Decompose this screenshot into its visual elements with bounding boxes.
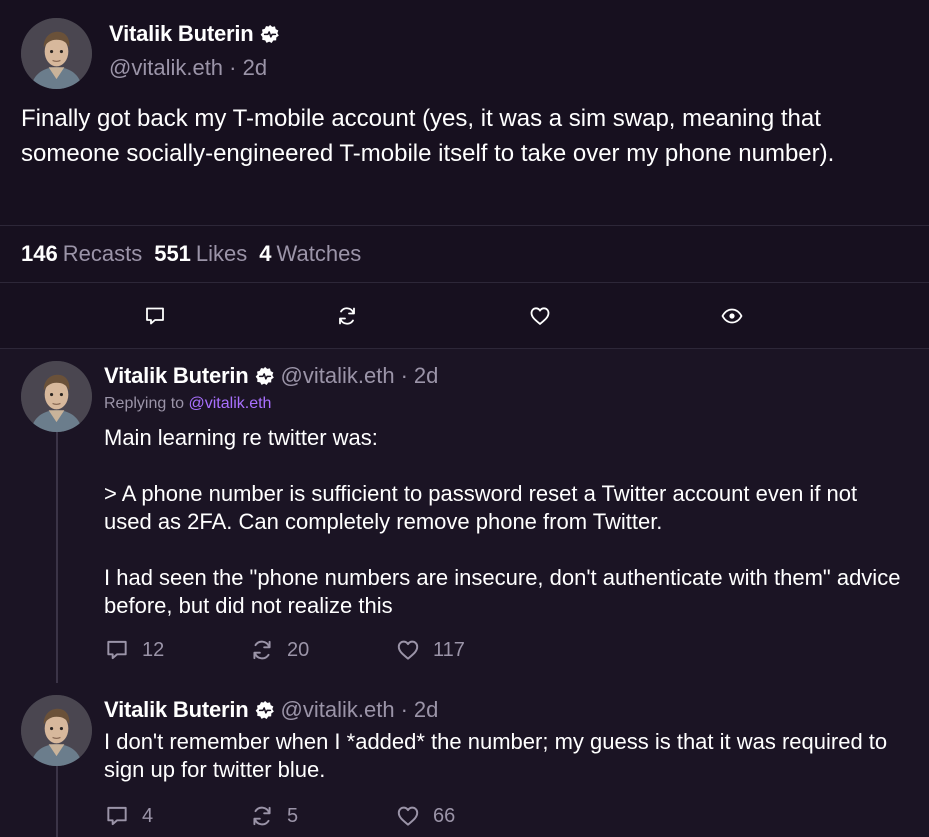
reply-header: Vitalik Buterin @vitalik.eth · 2d	[104, 363, 438, 389]
author-name[interactable]: Vitalik Buterin	[104, 363, 249, 389]
heart-icon	[395, 803, 421, 829]
author-handle-line: @vitalik.eth · 2d	[109, 55, 267, 81]
avatar[interactable]	[21, 695, 92, 766]
author-name[interactable]: Vitalik Buterin	[109, 21, 254, 47]
like-button[interactable]	[526, 302, 554, 330]
recast-button[interactable]	[333, 302, 361, 330]
reply-header: Vitalik Buterin @vitalik.eth · 2d	[104, 697, 438, 723]
watches-count: 4	[259, 241, 272, 266]
thread-line	[56, 766, 58, 837]
reply-actions: 12 20 117	[104, 637, 465, 663]
eye-icon	[720, 304, 744, 328]
separator: ·	[400, 363, 408, 388]
verified-badge-icon	[260, 24, 280, 44]
comment-count: 4	[142, 804, 154, 827]
reply-like-button[interactable]: 117	[395, 637, 465, 663]
reply-recast-button[interactable]: 5	[249, 803, 395, 829]
cast-time: 2d	[242, 55, 268, 80]
likes-count: 551	[154, 241, 191, 266]
reply-cast[interactable]: Vitalik Buterin @vitalik.eth · 2d I don'…	[0, 683, 929, 837]
reply-like-button[interactable]: 66	[395, 803, 455, 829]
cast-time: 2d	[413, 697, 439, 722]
thread-line	[56, 432, 58, 683]
author-name-row[interactable]: Vitalik Buterin	[109, 21, 280, 47]
reply-comment-button[interactable]: 4	[104, 803, 249, 829]
cast-time: 2d	[413, 363, 439, 388]
mention-link[interactable]: @vitalik.eth	[189, 395, 272, 412]
recast-icon	[335, 304, 359, 328]
reply-comment-button[interactable]: 12	[104, 637, 249, 663]
cast-stats: 146 Recasts 551 Likes 4 Watches	[21, 241, 361, 267]
cast-thread: Vitalik Buterin @vitalik.eth · 2d Finall…	[0, 0, 929, 837]
heart-icon	[395, 637, 421, 663]
recast-count: 5	[287, 804, 299, 827]
watch-button[interactable]	[718, 302, 746, 330]
action-bar	[0, 283, 929, 349]
heart-icon	[528, 304, 552, 328]
reply-cast[interactable]: Vitalik Buterin @vitalik.eth · 2d Replyi…	[0, 349, 929, 683]
comment-icon	[104, 637, 130, 663]
watches-label: Watches	[276, 241, 362, 266]
reply-button[interactable]	[141, 302, 169, 330]
reply-text: Main learning re twitter was: > A phone …	[104, 425, 901, 618]
verified-badge-icon	[255, 366, 275, 386]
reply-recast-button[interactable]: 20	[249, 637, 395, 663]
author-handle[interactable]: @vitalik.eth	[281, 363, 395, 389]
comment-icon	[143, 304, 167, 328]
like-count: 66	[433, 804, 456, 827]
recasts-count: 146	[21, 241, 58, 266]
comment-icon	[104, 803, 130, 829]
likes-label: Likes	[195, 241, 248, 266]
watches-stat[interactable]: 4 Watches	[259, 241, 361, 267]
main-cast: Vitalik Buterin @vitalik.eth · 2d Finall…	[0, 0, 929, 226]
avatar[interactable]	[21, 18, 92, 89]
verified-badge-icon	[255, 700, 275, 720]
recast-icon	[249, 803, 275, 829]
likes-stat[interactable]: 551 Likes	[154, 241, 247, 267]
replying-to-label: Replying to	[104, 395, 185, 412]
replying-to: Replying to @vitalik.eth	[104, 395, 271, 413]
recast-count: 20	[287, 638, 310, 661]
recasts-label: Recasts	[62, 241, 143, 266]
reply-text: I don't remember when I *added* the numb…	[104, 729, 888, 782]
separator: ·	[229, 55, 237, 80]
author-handle[interactable]: @vitalik.eth	[281, 697, 395, 723]
reply-actions: 4 5 66	[104, 803, 455, 829]
author-name[interactable]: Vitalik Buterin	[104, 697, 249, 723]
author-handle[interactable]: @vitalik.eth	[109, 55, 223, 80]
like-count: 117	[433, 638, 465, 661]
separator: ·	[400, 697, 408, 722]
comment-count: 12	[142, 638, 165, 661]
recasts-stat[interactable]: 146 Recasts	[21, 241, 142, 267]
avatar[interactable]	[21, 361, 92, 432]
recast-icon	[249, 637, 275, 663]
cast-text: Finally got back my T-mobile account (ye…	[21, 105, 835, 167]
